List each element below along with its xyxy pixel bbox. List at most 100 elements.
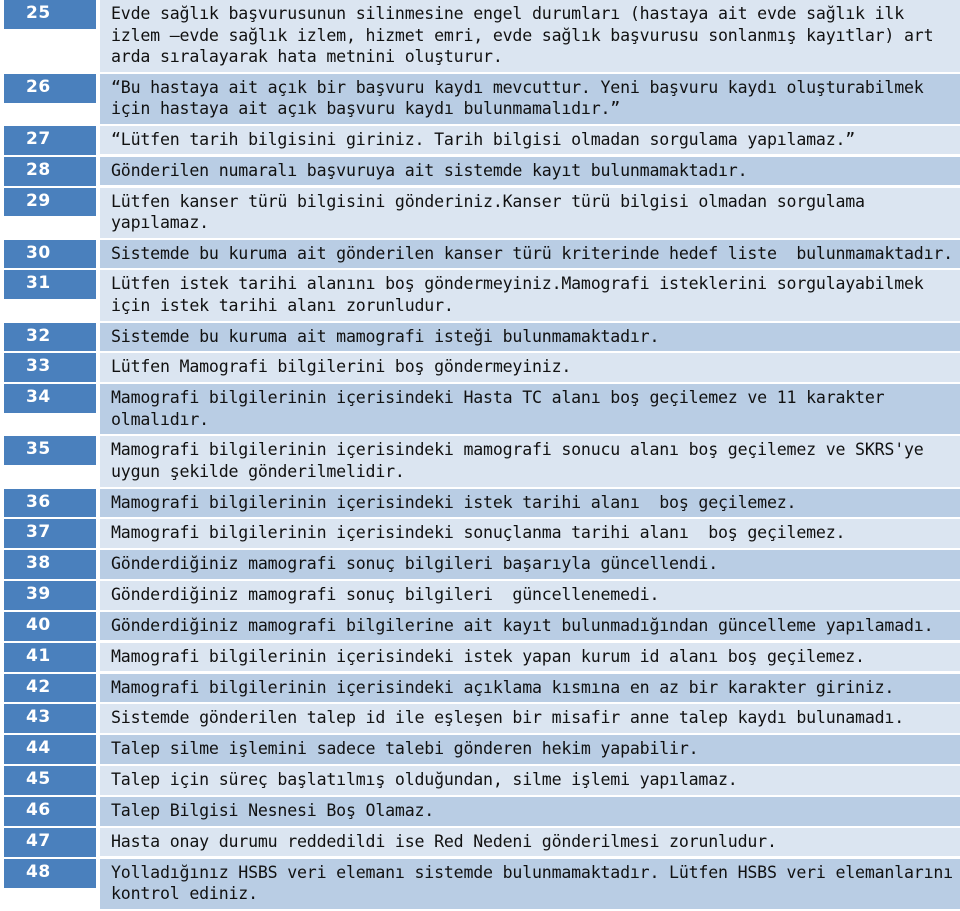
error-message-cell: Lütfen Mamografi bilgilerini boş gönderm… xyxy=(100,353,960,384)
table-row: 34 Mamografi bilgilerinin içerisindeki Ha… xyxy=(0,384,960,436)
error-message-text: Sistemde bu kuruma ait mamografi isteği … xyxy=(100,322,960,352)
table-row: 32 Sistemde bu kuruma ait mamografi isteğ… xyxy=(0,322,960,354)
error-message-cell: Sistemde bu kuruma ait mamografi isteği … xyxy=(100,322,960,354)
error-code-value: 36 xyxy=(4,488,96,518)
error-message-cell: Gönderilen numaralı başvuruya ait sistem… xyxy=(100,156,960,188)
error-code-cell: 45 xyxy=(0,766,100,797)
error-code-value: 28 xyxy=(4,156,96,186)
error-message-cell: Evde sağlık başvurusunun silinmesine eng… xyxy=(100,0,960,74)
error-code-cell: 47 xyxy=(0,827,100,859)
table-row: 38 Gönderdiğiniz mamografi sonuç bilgiler… xyxy=(0,550,960,581)
error-code-value: 48 xyxy=(4,858,96,888)
error-code-cell: 38 xyxy=(0,550,100,581)
error-message-text: Sistemde gönderilen talep id ile eşleşen… xyxy=(100,704,960,733)
error-message-cell: Mamografi bilgilerinin içerisindeki sonu… xyxy=(100,519,960,550)
error-message-cell: Gönderdiğiniz mamografi bilgilerine ait … xyxy=(100,611,960,643)
error-code-value: 40 xyxy=(4,611,96,641)
error-code-cell: 41 xyxy=(0,642,100,674)
table-row: 42 Mamografi bilgilerinin içerisindeki aç… xyxy=(0,673,960,705)
error-code-cell: 46 xyxy=(0,796,100,828)
error-code-value: 42 xyxy=(4,673,96,703)
error-message-text: Mamografi bilgilerinin içerisindeki iste… xyxy=(100,488,960,518)
error-code-cell: 48 xyxy=(0,858,100,911)
table-row: 45 Talep için süreç başlatılmış olduğunda… xyxy=(0,766,960,797)
error-message-text: Gönderdiğiniz mamografi bilgilerine ait … xyxy=(100,611,960,641)
error-message-text: Mamografi bilgilerinin içerisindeki Hast… xyxy=(100,384,960,435)
table-row: 36 Mamografi bilgilerinin içerisindeki is… xyxy=(0,488,960,520)
error-code-value: 34 xyxy=(4,384,96,414)
table-row: 27 “Lütfen tarih bilgisini giriniz. Tarih… xyxy=(0,125,960,157)
error-message-cell: Sistemde bu kuruma ait gönderilen kanser… xyxy=(100,239,960,271)
error-message-text: Talep silme işlemini sadece talebi gönde… xyxy=(100,735,960,764)
error-code-cell: 42 xyxy=(0,673,100,705)
error-code-cell: 31 xyxy=(0,270,100,322)
error-code-cell: 33 xyxy=(0,353,100,384)
error-code-value: 43 xyxy=(4,704,96,734)
error-code-value: 32 xyxy=(4,322,96,352)
error-code-value: 39 xyxy=(4,581,96,610)
table-row: 48 Yolladığınız HSBS veri elemanı sistemd… xyxy=(0,858,960,911)
error-code-value: 33 xyxy=(4,353,96,383)
error-code-value: 31 xyxy=(4,270,96,300)
error-code-value: 29 xyxy=(4,187,96,217)
error-code-cell: 40 xyxy=(0,611,100,643)
error-code-value: 30 xyxy=(4,239,96,269)
error-code-cell: 36 xyxy=(0,488,100,520)
error-message-cell: “Bu hastaya ait açık bir başvuru kaydı m… xyxy=(100,73,960,126)
error-code-value: 27 xyxy=(4,125,96,155)
error-message-cell: Mamografi bilgilerinin içerisindeki iste… xyxy=(100,488,960,520)
error-message-cell: Talep için süreç başlatılmış olduğundan,… xyxy=(100,766,960,797)
error-code-value: 46 xyxy=(4,796,96,826)
table-row: 44 Talep silme işlemini sadece talebi gön… xyxy=(0,735,960,766)
table-row: 47 Hasta onay durumu reddedildi ise Red N… xyxy=(0,827,960,859)
error-message-text: Mamografi bilgilerinin içerisindeki sonu… xyxy=(100,519,960,548)
error-code-cell: 26 xyxy=(0,73,100,126)
error-message-cell: Mamografi bilgilerinin içerisindeki mamo… xyxy=(100,436,960,488)
error-message-text: Mamografi bilgilerinin içerisindeki açık… xyxy=(100,673,960,703)
table-row: 40 Gönderdiğiniz mamografi bilgilerine ai… xyxy=(0,611,960,643)
error-message-text: Gönderdiğiniz mamografi sonuç bilgileri … xyxy=(100,550,960,579)
error-message-text: Lütfen Mamografi bilgilerini boş gönderm… xyxy=(100,353,960,382)
error-message-text: Lütfen istek tarihi alanını boş gönderme… xyxy=(100,270,960,321)
error-code-value: 37 xyxy=(4,519,96,549)
table-row: 33 Lütfen Mamografi bilgilerini boş gönde… xyxy=(0,353,960,384)
error-code-value: 47 xyxy=(4,827,96,857)
error-message-text: Talep için süreç başlatılmış olduğundan,… xyxy=(100,766,960,795)
error-code-cell: 35 xyxy=(0,436,100,488)
error-code-value: 38 xyxy=(4,550,96,580)
error-message-cell: Mamografi bilgilerinin içerisindeki iste… xyxy=(100,642,960,674)
error-message-cell: Yolladığınız HSBS veri elemanı sistemde … xyxy=(100,858,960,911)
error-code-cell: 27 xyxy=(0,125,100,157)
error-code-value: 25 xyxy=(4,0,96,29)
error-message-cell: Gönderdiğiniz mamografi sonuç bilgileri … xyxy=(100,581,960,612)
table-row: 28 Gönderilen numaralı başvuruya ait sist… xyxy=(0,156,960,188)
error-message-cell: Lütfen istek tarihi alanını boş gönderme… xyxy=(100,270,960,322)
error-message-text: Yolladığınız HSBS veri elemanı sistemde … xyxy=(100,858,960,909)
table-row: 35 Mamografi bilgilerinin içerisindeki ma… xyxy=(0,436,960,488)
error-code-cell: 39 xyxy=(0,581,100,612)
table-body: 25 Evde sağlık başvurusunun silinmesine e… xyxy=(0,0,960,911)
error-code-cell: 25 xyxy=(0,0,100,74)
error-code-table: 25 Evde sağlık başvurusunun silinmesine e… xyxy=(0,0,960,911)
error-message-text: Gönderdiğiniz mamografi sonuç bilgileri … xyxy=(100,581,960,610)
error-message-text: Evde sağlık başvurusunun silinmesine eng… xyxy=(100,0,960,72)
error-code-value: 41 xyxy=(4,642,96,672)
error-message-text: Hasta onay durumu reddedildi ise Red Ned… xyxy=(100,827,960,857)
error-message-cell: Talep Bilgisi Nesnesi Boş Olamaz. xyxy=(100,796,960,828)
error-message-cell: Sistemde gönderilen talep id ile eşleşen… xyxy=(100,704,960,735)
error-message-cell: Mamografi bilgilerinin içerisindeki Hast… xyxy=(100,384,960,436)
error-message-text: Mamografi bilgilerinin içerisindeki mamo… xyxy=(100,436,960,487)
error-code-cell: 28 xyxy=(0,156,100,188)
error-message-text: “Lütfen tarih bilgisini giriniz. Tarih b… xyxy=(100,125,960,155)
error-message-cell: Gönderdiğiniz mamografi sonuç bilgileri … xyxy=(100,550,960,581)
error-code-cell: 44 xyxy=(0,735,100,766)
error-message-cell: Lütfen kanser türü bilgisini gönderiniz.… xyxy=(100,187,960,240)
table-row: 25 Evde sağlık başvurusunun silinmesine e… xyxy=(0,0,960,74)
table-row: 39 Gönderdiğiniz mamografi sonuç bilgiler… xyxy=(0,581,960,612)
error-code-value: 26 xyxy=(4,73,96,103)
error-code-cell: 32 xyxy=(0,322,100,354)
error-message-text: “Bu hastaya ait açık bir başvuru kaydı m… xyxy=(100,73,960,124)
error-code-cell: 37 xyxy=(0,519,100,550)
error-message-cell: Hasta onay durumu reddedildi ise Red Ned… xyxy=(100,827,960,859)
error-message-text: Mamografi bilgilerinin içerisindeki iste… xyxy=(100,642,960,672)
